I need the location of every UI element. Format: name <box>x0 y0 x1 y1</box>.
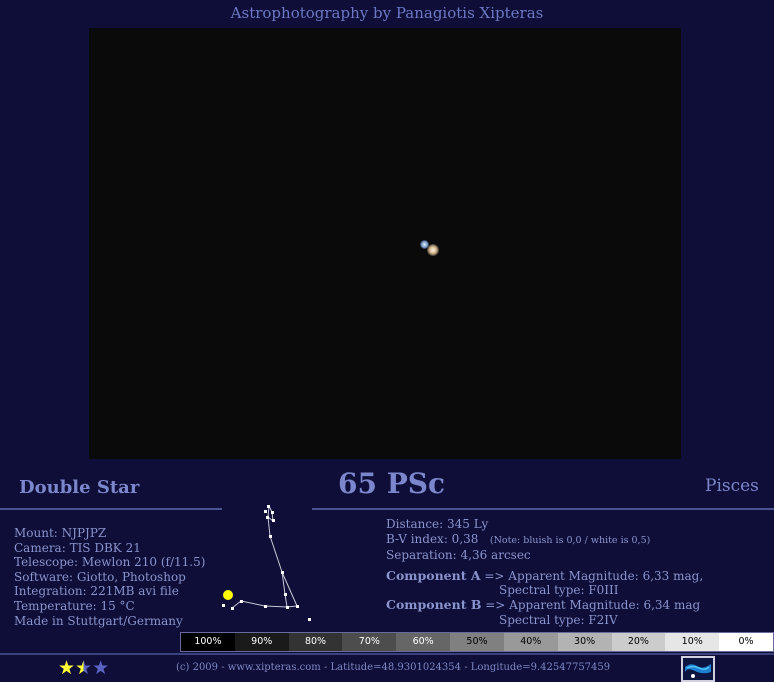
scale-swatch: 60% <box>396 633 451 651</box>
thumbnail-link[interactable] <box>681 656 715 682</box>
divider-left <box>0 508 222 510</box>
bv-index-row: B-V index: 0,38 (Note: bluish is 0,0 / w… <box>386 532 703 549</box>
scale-swatch: 40% <box>503 633 558 651</box>
equipment-camera: Camera: TIS DBK 21 <box>14 540 141 555</box>
scale-swatch: 10% <box>665 633 720 651</box>
component-a-label: Component A <box>386 567 481 583</box>
component-b-spectral: Spectral type: F2IV <box>499 612 618 627</box>
scale-swatch: 90% <box>234 633 289 651</box>
scale-swatch: 20% <box>611 633 666 651</box>
scale-swatch: 70% <box>342 633 397 651</box>
bv-note: (Note: bluish is 0,0 / white is 0,5) <box>489 534 651 546</box>
component-a-magnitude: => Apparent Magnitude: 6,33 mag, <box>484 568 704 583</box>
bv-index: B-V index: 0,38 <box>386 531 479 546</box>
equipment-mount: Mount: NJPJPZ <box>14 526 107 540</box>
scale-swatch: 100% <box>181 633 235 651</box>
equipment-integration: Integration: 221MB avi file <box>14 584 179 599</box>
footer-copyright: (c) 2009 - www.xipteras.com - Latitude=4… <box>176 662 611 673</box>
divider-right <box>312 508 774 510</box>
separation: Separation: 4,36 arcsec <box>386 548 531 563</box>
star-empty-icon: ★ <box>92 657 110 679</box>
equipment-telescope: Telescope: Mewlon 210 (f/11.5) <box>14 555 206 570</box>
map-thumbnail-icon <box>683 658 713 680</box>
divider-bottom <box>0 653 774 655</box>
star-half-icon: ★ <box>75 657 93 679</box>
target-star-marker <box>223 590 233 600</box>
distance: Distance: 345 Ly <box>386 517 489 531</box>
object-type: Double Star <box>19 477 140 498</box>
scale-swatch: 0% <box>719 633 773 651</box>
equipment-temperature: Temperature: 15 °C <box>14 598 135 613</box>
component-b-magnitude: => Apparent Magnitude: 6,34 mag <box>485 597 701 612</box>
star-component-b-image <box>427 244 439 256</box>
star-info: Distance: 345 Ly B-V index: 0,38 (Note: … <box>386 517 703 627</box>
scale-swatch: 80% <box>288 633 343 651</box>
site-title: Astrophotography by Panagiotis Xipteras <box>230 4 544 22</box>
component-a-row: Component A => Apparent Magnitude: 6,33 … <box>386 567 704 584</box>
component-b-row: Component B => Apparent Magnitude: 6,34 … <box>386 596 703 613</box>
component-a-spectral: Spectral type: F0III <box>499 583 619 598</box>
scale-swatch: 50% <box>450 633 504 651</box>
constellation-chart <box>222 505 311 621</box>
component-b-label: Component B <box>386 596 482 612</box>
star-full-icon: ★ <box>58 657 76 679</box>
equipment-software: Software: Giotto, Photoshop <box>14 569 186 584</box>
equipment-details: Mount: NJPJPZ Camera: TIS DBK 21 Telesco… <box>14 526 205 628</box>
equipment-location: Made in Stuttgart/Germany <box>14 613 183 628</box>
brightness-scale: 100% 90% 80% 70% 60% 50% 40% 30% 20% 10% 0% <box>180 632 774 652</box>
object-name: 65 PSc <box>338 467 446 500</box>
astrophoto-image <box>89 28 681 459</box>
scale-swatch: 30% <box>557 633 612 651</box>
constellation-name: Pisces <box>705 476 759 496</box>
rating-stars: ★★★ <box>58 658 109 678</box>
